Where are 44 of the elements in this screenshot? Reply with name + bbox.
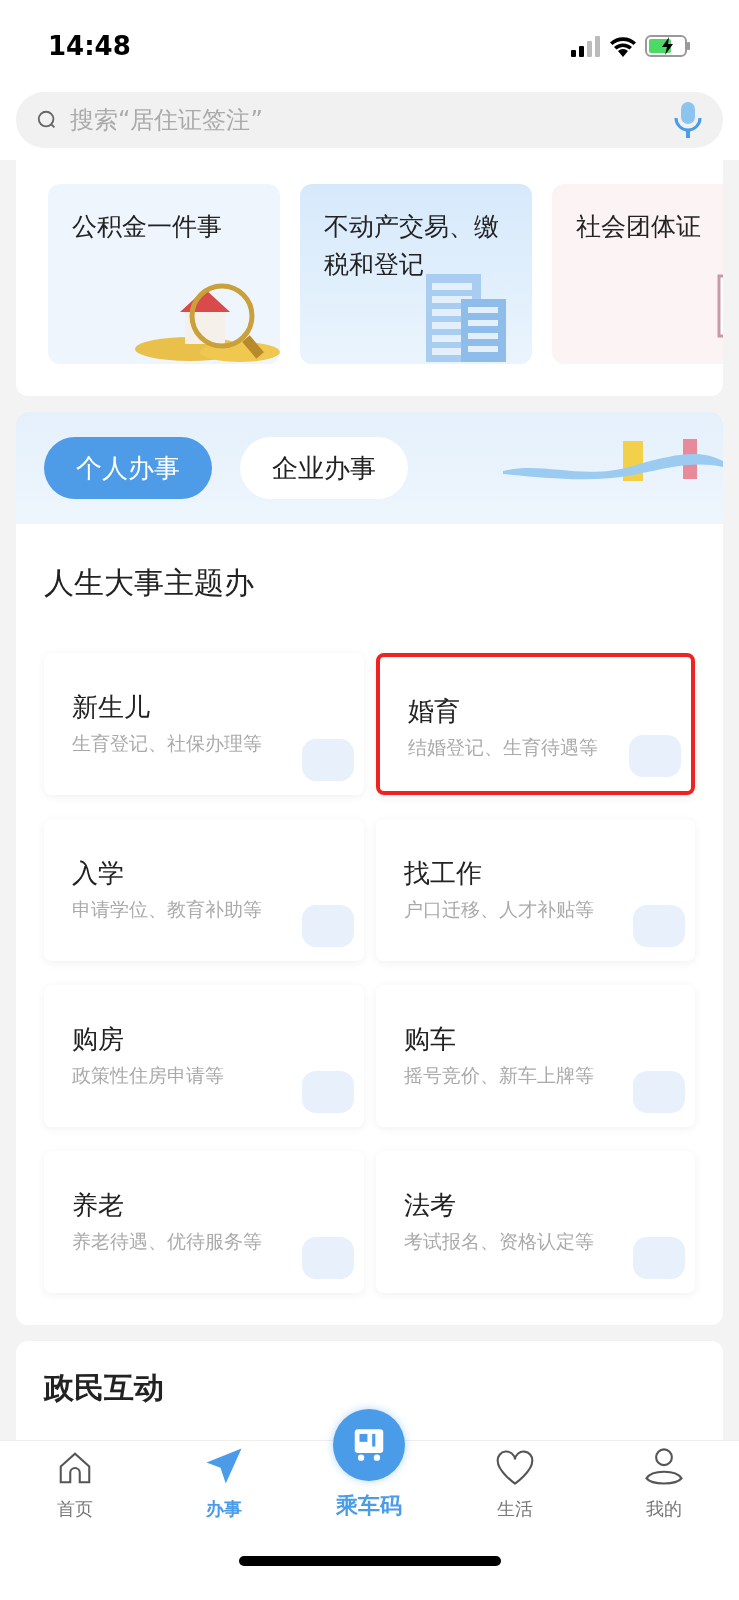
topic-card[interactable]: 法考 考试报名、资格认定等 — [375, 1151, 695, 1293]
topic-title: 入学 — [72, 857, 125, 890]
topic-title: 婚育 — [407, 695, 461, 728]
status-time: 14:48 — [48, 29, 131, 63]
search-icon — [36, 109, 58, 131]
section-title: 人生大事主题办 — [43, 564, 255, 602]
user-icon — [643, 1445, 686, 1487]
topic-card[interactable]: 婚育 结婚登记、生育待遇等 — [375, 653, 695, 795]
topic-subtitle: 户口迁移、人才补贴等 — [403, 897, 595, 922]
wifi-icon — [609, 35, 637, 57]
topic-subtitle: 考试报名、资格认定等 — [403, 1229, 595, 1254]
service-card-title: 公积金一件事 — [71, 211, 223, 243]
service-card[interactable]: 公积金一件事 — [48, 184, 280, 364]
topic-subtitle: 养老待遇、优待服务等 — [72, 1229, 263, 1254]
signal-icon — [571, 35, 601, 57]
topic-card[interactable]: 养老 养老待遇、优待服务等 — [44, 1151, 364, 1293]
topic-subtitle: 结婚登记、生育待遇等 — [407, 735, 599, 760]
topic-card[interactable]: 入学 申请学位、教育补助等 — [44, 819, 364, 961]
topic-card[interactable]: 购车 摇号竞价、新车上牌等 — [375, 985, 695, 1127]
topic-subtitle: 摇号竞价、新车上牌等 — [403, 1063, 595, 1088]
topic-title: 购房 — [72, 1023, 125, 1056]
topic-subtitle: 政策性住房申请等 — [72, 1063, 225, 1088]
service-card[interactable]: 社会团体证 — [552, 184, 723, 364]
topic-card[interactable]: 购房 政策性住房申请等 — [44, 985, 364, 1127]
topic-title: 购车 — [403, 1023, 457, 1056]
search-placeholder: 搜索“居住证签注” — [70, 105, 264, 136]
topic-title: 找工作 — [403, 857, 483, 890]
nav-tab[interactable]: 首页 — [34, 1449, 115, 1522]
topic-subtitle: 申请学位、教育补助等 — [72, 897, 263, 922]
topic-card[interactable]: 新生儿 生育登记、社保办理等 — [44, 653, 364, 795]
topic-title: 新生儿 — [72, 691, 151, 724]
battery-icon — [645, 34, 691, 58]
nav-tab[interactable]: 我的 — [624, 1445, 705, 1522]
topic-subtitle: 生育登记、社保办理等 — [72, 731, 263, 756]
topic-card[interactable]: 找工作 户口迁移、人才补贴等 — [375, 819, 695, 961]
service-card-title: 社会团体证 — [575, 211, 702, 243]
service-card[interactable]: 不动产交易、缴税和登记 — [300, 184, 532, 364]
topic-title: 法考 — [403, 1189, 457, 1222]
service-card-title: 不动产交易、缴税和登记 — [323, 211, 500, 281]
microphone-icon[interactable] — [673, 100, 703, 140]
tab[interactable]: 企业办事 — [240, 437, 408, 499]
topic-title: 养老 — [72, 1189, 125, 1222]
nav-tab[interactable]: 生活 — [474, 1449, 555, 1522]
section-title: 政民互动 — [44, 1369, 165, 1407]
